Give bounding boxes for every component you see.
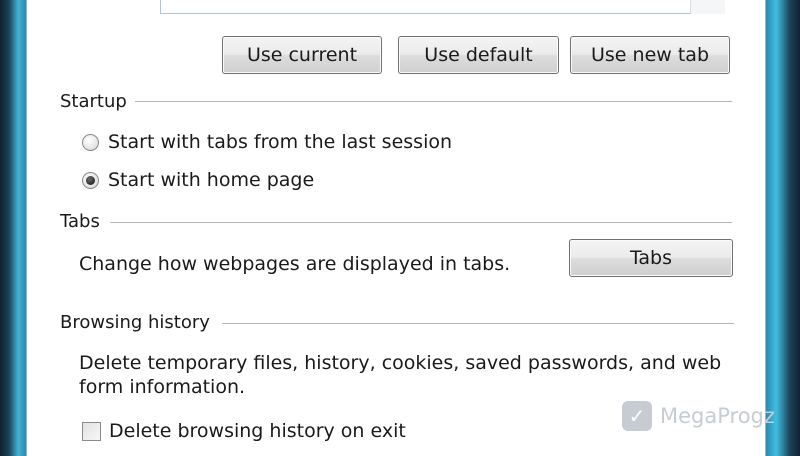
startup-divider <box>135 101 732 102</box>
startup-option-home-page[interactable]: Start with home page <box>82 169 314 191</box>
browsing-history-section-heading: Browsing history <box>60 312 210 333</box>
startup-section-heading: Startup <box>60 91 127 112</box>
use-default-button[interactable]: Use default <box>398 36 559 74</box>
radio-button-checked[interactable] <box>82 171 99 189</box>
tabs-section-heading: Tabs <box>60 211 100 232</box>
delete-history-on-exit-label: Delete browsing history on exit <box>109 420 406 442</box>
megaprogz-logo-icon: ✓ <box>622 401 652 431</box>
tabs-settings-button[interactable]: Tabs <box>569 239 733 277</box>
watermark-text: MegaProgz <box>660 404 775 428</box>
browsing-history-description-line2: form information. <box>79 376 246 398</box>
checkbox-unchecked[interactable] <box>82 421 101 441</box>
startup-option-last-session[interactable]: Start with tabs from the last session <box>82 131 452 153</box>
general-tab-panel: Use current Use default Use new tab Star… <box>26 0 766 456</box>
use-new-tab-button[interactable]: Use new tab <box>570 36 730 74</box>
tabs-description: Change how webpages are displayed in tab… <box>79 253 511 275</box>
window-frame-left <box>0 0 26 456</box>
browsing-history-divider <box>222 323 734 324</box>
use-current-button[interactable]: Use current <box>222 36 382 74</box>
radio-button-unchecked[interactable] <box>82 133 99 151</box>
megaprogz-watermark: ✓ MegaProgz <box>622 401 775 431</box>
browsing-history-description-line1: Delete temporary files, history, cookies… <box>79 352 722 374</box>
delete-history-on-exit-option[interactable]: Delete browsing history on exit <box>82 420 406 442</box>
window-frame-right <box>766 0 800 456</box>
startup-option-home-page-label: Start with home page <box>108 169 315 191</box>
home-page-textbox[interactable] <box>160 0 725 14</box>
home-page-textbox-scrollbar[interactable] <box>690 0 725 14</box>
tabs-divider <box>110 222 732 223</box>
startup-option-last-session-label: Start with tabs from the last session <box>108 131 453 153</box>
